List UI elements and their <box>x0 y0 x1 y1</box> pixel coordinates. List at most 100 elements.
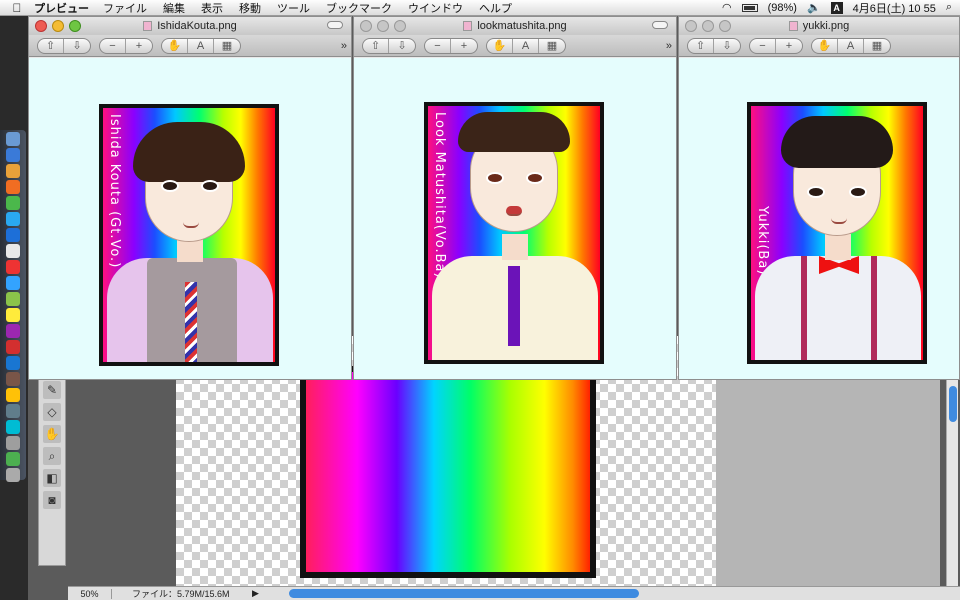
next-page-button[interactable]: ⇩ <box>714 39 740 53</box>
dock-app-icon[interactable] <box>6 372 20 386</box>
menu-go[interactable]: 移動 <box>239 0 261 16</box>
zoom-buttons: − + <box>749 37 803 54</box>
wifi-icon[interactable]: ◠ <box>722 1 732 14</box>
minimize-button[interactable] <box>702 20 714 32</box>
menu-file[interactable]: ファイル <box>103 0 147 16</box>
file-size-info: ファイル：5.79M/15.6M <box>132 589 230 599</box>
hand-tool-button[interactable]: ✋ <box>812 38 838 53</box>
zoom-buttons: − + <box>99 37 153 54</box>
zoom-button[interactable] <box>719 20 731 32</box>
battery-icon[interactable] <box>741 3 758 12</box>
nav-buttons: ⇧ ⇩ <box>362 37 416 54</box>
window-title: yukki.png <box>802 20 850 32</box>
dock-safari-icon[interactable] <box>6 148 20 162</box>
clock[interactable]: 4月6日(土) 10 55 <box>853 0 936 16</box>
previous-page-button[interactable]: ⇧ <box>38 38 64 53</box>
toolbar-toggle-button[interactable] <box>652 21 668 29</box>
zoom-out-button[interactable]: − <box>100 38 126 53</box>
dock-preview-icon[interactable] <box>6 244 20 258</box>
menu-view[interactable]: 表示 <box>201 0 223 16</box>
dock-finder-icon[interactable] <box>6 132 20 146</box>
quick-mask-icon[interactable]: ◙ <box>43 491 61 509</box>
dock-app-icon[interactable] <box>6 260 20 274</box>
rainbow-canvas-image <box>300 366 596 578</box>
status-menu-icon[interactable]: ▶ <box>252 588 259 599</box>
text-tool-button[interactable]: A <box>513 38 539 53</box>
zoom-button[interactable] <box>394 20 406 32</box>
preview-toolbar: ⇧ ⇩ − + ✋ A ▦ » <box>29 35 351 57</box>
text-tool-button[interactable]: A <box>838 38 864 53</box>
vertical-scrollbar[interactable] <box>946 376 958 586</box>
toolbar-overflow-button[interactable]: » <box>341 40 351 52</box>
dock-messages-icon[interactable] <box>6 196 20 210</box>
dock-firefox-icon[interactable] <box>6 180 20 194</box>
hand-tool-button[interactable]: ✋ <box>487 38 513 53</box>
preview-toolbar: ⇧ ⇩ − + ✋ A ▦ » <box>354 35 676 57</box>
dock-app-icon[interactable] <box>6 436 20 450</box>
window-titlebar[interactable]: IshidaKouta.png <box>29 17 351 35</box>
zoom-level[interactable]: 50% <box>68 588 112 599</box>
zoom-out-button[interactable]: − <box>750 38 776 53</box>
next-page-button[interactable]: ⇩ <box>389 39 415 53</box>
png-file-icon <box>463 21 473 31</box>
app-menu[interactable]: プレビュー <box>34 0 89 16</box>
apple-menu-icon[interactable]:  <box>0 1 34 15</box>
previous-page-button[interactable]: ⇧ <box>688 38 714 53</box>
previous-page-button[interactable]: ⇧ <box>363 38 389 53</box>
image-view: Ishida Kouta (Gt.Vo.) <box>29 58 351 379</box>
color-swatch-icon[interactable]: ◧ <box>43 469 61 487</box>
dock-mail-icon[interactable] <box>6 164 20 178</box>
neck-shape <box>502 234 528 260</box>
hair-shape <box>133 122 245 182</box>
zoom-in-button[interactable]: + <box>451 39 477 53</box>
toolbar-overflow-button[interactable]: » <box>666 40 676 52</box>
minimize-button[interactable] <box>52 20 64 32</box>
shape-tool-icon[interactable]: ◇ <box>43 403 61 421</box>
zoom-tool-icon[interactable]: ⌕ <box>43 447 61 465</box>
close-button[interactable] <box>360 20 372 32</box>
toolbar-toggle-button[interactable] <box>327 21 343 29</box>
dock-app-icon[interactable] <box>6 228 20 242</box>
menu-help[interactable]: ヘルプ <box>479 0 512 16</box>
close-button[interactable] <box>35 20 47 32</box>
dock-app-icon[interactable] <box>6 324 20 338</box>
scroll-thumb[interactable] <box>949 386 957 422</box>
zoom-button[interactable] <box>69 20 81 32</box>
next-page-button[interactable]: ⇩ <box>64 39 90 53</box>
menu-bookmarks[interactable]: ブックマーク <box>326 0 392 16</box>
dock-app-icon[interactable] <box>6 404 20 418</box>
dock-app-icon[interactable] <box>6 308 20 322</box>
input-method-icon[interactable]: A <box>830 1 843 14</box>
dock-trash-icon[interactable] <box>6 468 20 482</box>
view-menu-button[interactable]: ▦ <box>539 39 565 53</box>
text-tool-button[interactable]: A <box>188 38 214 53</box>
dock-app-icon[interactable] <box>6 292 20 306</box>
pen-tool-icon[interactable]: ✎ <box>43 381 61 399</box>
spotlight-search-icon[interactable]: ⌕ <box>946 1 952 14</box>
dock-app-icon[interactable] <box>6 420 20 434</box>
dock-photoshop-icon[interactable] <box>6 356 20 370</box>
minimize-button[interactable] <box>377 20 389 32</box>
close-button[interactable] <box>685 20 697 32</box>
view-menu-button[interactable]: ▦ <box>214 39 240 53</box>
dock-skype-icon[interactable] <box>6 212 20 226</box>
hand-tool-button[interactable]: ✋ <box>162 38 188 53</box>
dock-app-icon[interactable] <box>6 276 20 290</box>
zoom-in-button[interactable]: + <box>126 39 152 53</box>
image-view: Yukki(Ba) <box>679 58 959 379</box>
dock-app-icon[interactable] <box>6 340 20 354</box>
horizontal-scrollbar[interactable] <box>288 589 639 598</box>
menu-window[interactable]: ウインドウ <box>408 0 463 16</box>
zoom-out-button[interactable]: − <box>425 38 451 53</box>
view-menu-button[interactable]: ▦ <box>864 39 890 53</box>
dock-app-icon[interactable] <box>6 388 20 402</box>
right-eye <box>849 186 867 198</box>
dock-app-icon[interactable] <box>6 452 20 466</box>
volume-icon[interactable]: 🔈 <box>807 1 821 14</box>
zoom-in-button[interactable]: + <box>776 39 802 53</box>
menu-edit[interactable]: 編集 <box>163 0 185 16</box>
hand-tool-icon[interactable]: ✋ <box>43 425 61 443</box>
window-titlebar[interactable]: yukki.png <box>679 17 959 35</box>
window-titlebar[interactable]: lookmatushita.png <box>354 17 676 35</box>
menu-tools[interactable]: ツール <box>277 0 310 16</box>
